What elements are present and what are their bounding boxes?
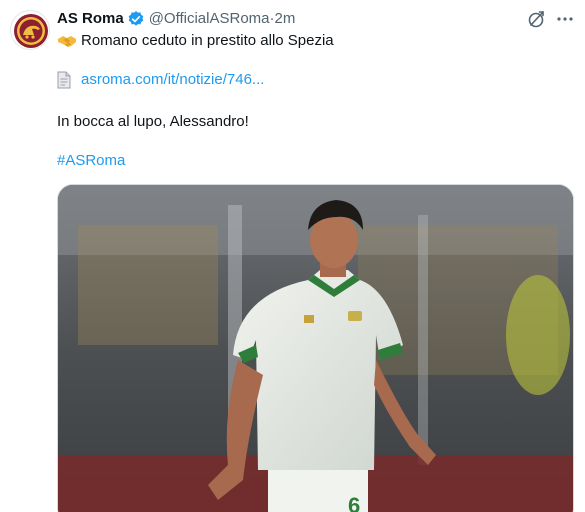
- as-roma-logo: [14, 14, 48, 48]
- tweet-line-2: asroma.com/it/notizie/746...: [57, 70, 264, 90]
- tweet-media-image[interactable]: 6: [57, 184, 574, 512]
- tweet-text-line-3: In bocca al lupo, Alessandro!: [57, 113, 249, 130]
- article-link[interactable]: asroma.com/it/notizie/746...: [81, 70, 264, 90]
- svg-text:6: 6: [348, 493, 360, 512]
- handshake-icon: [58, 36, 76, 47]
- display-name[interactable]: AS Roma: [57, 9, 124, 29]
- verified-badge-icon: [128, 11, 143, 26]
- tweet-header: AS Roma @OfficialASRoma · 2m: [57, 9, 295, 29]
- avatar[interactable]: [10, 10, 50, 50]
- handle[interactable]: @OfficialASRoma: [149, 9, 270, 29]
- more-icon[interactable]: [555, 9, 575, 29]
- hashtag-link[interactable]: #ASRoma: [57, 151, 125, 171]
- timestamp[interactable]: 2m: [275, 9, 296, 29]
- tweet-text-line-1: Romano ceduto in prestito allo Spezia: [81, 32, 334, 49]
- page-icon: [57, 71, 71, 89]
- tweet-card[interactable]: AS Roma @OfficialASRoma · 2m Romano cedu…: [0, 0, 585, 512]
- tweet-line-1: Romano ceduto in prestito allo Spezia: [57, 31, 334, 51]
- player-photo: 6: [58, 185, 573, 512]
- grok-icon[interactable]: [527, 9, 547, 29]
